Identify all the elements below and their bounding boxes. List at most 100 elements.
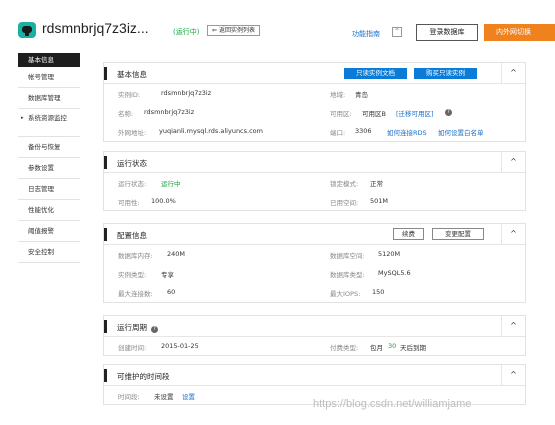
memory-value: 240M <box>167 250 186 258</box>
rds-logo-icon <box>18 22 36 38</box>
basic-info-panel: 基本信息 只读实例文档 购买只读实例 ^ 实例ID: rdsmnbrjq7z3i… <box>103 62 526 142</box>
run-period-panel: 运行周期? ^ 创建时间: 2015-01-25 付费类型: 包月 30 天后到… <box>103 315 526 356</box>
field-label: 数据库类型: <box>330 271 365 279</box>
instance-type-value: 专享 <box>161 271 174 279</box>
sidebar-item-backup[interactable]: 备份与恢复 <box>18 137 80 158</box>
field-label: 名称: <box>118 110 134 118</box>
sidebar-item-monitoring[interactable]: ▸ 系统资源监控 <box>18 109 80 137</box>
field-label: 时间段: <box>118 393 140 401</box>
panel-header: 运行周期? ^ <box>104 316 525 337</box>
sidebar-item-basic-info[interactable]: 基本信息 <box>18 53 80 67</box>
panel-accent-bar <box>104 228 107 241</box>
field-label: 最大连接数: <box>118 290 153 298</box>
field-label: 可用区: <box>330 110 352 118</box>
help-icon[interactable]: ? <box>151 326 158 333</box>
panel-title: 配置信息 <box>117 231 147 240</box>
availability-value: 100.0% <box>151 197 176 205</box>
sidebar-item-security[interactable]: 安全控制 <box>18 242 80 263</box>
info-row: 外网地址: yuqianli.mysql.rds.aliyuncs.com 端口… <box>104 122 527 141</box>
login-database-button[interactable]: 登录数据库 <box>416 24 478 41</box>
max-iops-value: 150 <box>372 288 385 296</box>
max-connections-value: 60 <box>167 288 176 296</box>
info-row: 可用性: 100.0% 已用空间: 501M <box>104 192 527 211</box>
panel-header: 运行状态 ^ <box>104 152 525 173</box>
panel-header: 可维护的时间段 ^ <box>104 365 525 386</box>
field-label: 实例类型: <box>118 271 147 279</box>
panel-accent-bar <box>104 156 107 169</box>
region-value: 青岛 <box>355 91 368 99</box>
question-icon: ? <box>445 109 452 116</box>
run-state-value: 运行中 <box>161 180 181 188</box>
lock-mode-value: 正常 <box>370 180 383 188</box>
buy-readonly-button[interactable]: 购买只读实例 <box>414 68 477 79</box>
panel-accent-bar <box>104 320 107 333</box>
chevron-up-icon[interactable]: ^ <box>501 365 525 385</box>
set-time-link[interactable]: 设置 <box>182 391 195 401</box>
external-address-value: yuqianli.mysql.rds.aliyuncs.com <box>159 127 263 135</box>
chevron-up-icon[interactable]: ^ <box>501 224 525 244</box>
help-icon[interactable]: ? <box>441 107 452 116</box>
field-label: 外网地址: <box>118 129 147 137</box>
sidebar-item-alarms[interactable]: 阈值报警 <box>18 221 80 242</box>
used-space-value: 501M <box>370 197 389 205</box>
storage-value: 5120M <box>378 250 401 258</box>
info-row: 最大连接数: 60 最大IOPS: 150 <box>104 283 527 302</box>
sidebar: 基本信息 帐号管理 数据库管理 ▸ 系统资源监控 备份与恢复 参数设置 日志管理… <box>18 53 80 263</box>
info-row: 数据库内存: 240M 数据库空间: 5120M <box>104 245 527 264</box>
instance-id-value: rdsmnbrjq7z3iz <box>161 89 212 97</box>
config-info-panel: 配置信息 续费 变更配置 ^ 数据库内存: 240M 数据库空间: 5120M … <box>103 223 526 303</box>
feature-guide-link[interactable]: 功能指南 <box>352 29 380 39</box>
info-row: 创建时间: 2015-01-25 付费类型: 包月 30 天后到期 <box>104 337 527 356</box>
db-type-value: MySQL5.6 <box>378 269 411 277</box>
field-label: 运行状态: <box>118 180 147 188</box>
sidebar-item-accounts[interactable]: 帐号管理 <box>18 67 80 88</box>
watermark: https://blog.csdn.net/williamjame <box>313 398 472 410</box>
sidebar-item-logs[interactable]: 日志管理 <box>18 179 80 200</box>
field-label: 端口: <box>330 129 346 137</box>
chevron-up-icon[interactable]: ^ <box>501 152 525 172</box>
readonly-doc-button[interactable]: 只读实例文档 <box>344 68 407 79</box>
field-label: 可用性: <box>118 199 140 207</box>
panel-accent-bar <box>104 67 107 80</box>
expire-suffix: 天后到期 <box>400 344 426 352</box>
name-value: rdsmnbrjq7z3iz <box>144 108 195 116</box>
page-header: rdsmnbrjq7z3iz... (运行中) ⇐ 返回实例列表 功能指南 ^ 登… <box>0 0 555 50</box>
sidebar-item-parameters[interactable]: 参数设置 <box>18 158 80 179</box>
sidebar-item-label: 系统资源监控 <box>28 114 67 122</box>
migrate-zone-link[interactable]: [迁移可用区] <box>396 108 434 118</box>
days-remaining-value: 30 <box>388 342 397 350</box>
panel-title: 基本信息 <box>117 70 147 79</box>
field-label: 创建时间: <box>118 344 147 352</box>
field-label: 地域: <box>330 91 346 99</box>
info-row: 实例类型: 专享 数据库类型: MySQL5.6 <box>104 264 527 283</box>
back-to-list-button[interactable]: ⇐ 返回实例列表 <box>207 25 261 36</box>
time-window-value: 未设置 <box>154 393 174 401</box>
whitelist-link[interactable]: 如何设置白名单 <box>438 127 484 137</box>
zone-value: 可用区B <box>362 110 386 118</box>
expand-arrow-icon: ▸ <box>21 115 24 121</box>
info-row: 名称: rdsmnbrjq7z3iz 可用区: 可用区B [迁移可用区] ? <box>104 103 527 122</box>
panel-header: 基本信息 只读实例文档 购买只读实例 ^ <box>104 63 525 84</box>
panel-title: 可维护的时间段 <box>117 372 170 381</box>
info-row: 实例ID: rdsmnbrjq7z3iz 地域: 青岛 <box>104 84 527 103</box>
network-switch-button[interactable]: 内外网切换 <box>484 24 555 41</box>
chevron-up-icon[interactable]: ^ <box>392 27 402 37</box>
renew-button[interactable]: 续费 <box>393 228 424 240</box>
runtime-status-panel: 运行状态 ^ 运行状态: 运行中 锁定模式: 正常 可用性: 100.0% 已用… <box>103 151 526 211</box>
instance-name: rdsmnbrjq7z3iz... <box>42 20 149 36</box>
panel-title-text: 运行周期 <box>117 323 147 332</box>
chevron-up-icon[interactable]: ^ <box>501 316 525 336</box>
field-label: 已用空间: <box>330 199 359 207</box>
panel-title: 运行周期? <box>117 322 158 333</box>
field-label: 实例ID: <box>118 91 141 99</box>
chevron-up-icon[interactable]: ^ <box>501 63 525 83</box>
info-row: 运行状态: 运行中 锁定模式: 正常 <box>104 173 527 192</box>
created-date-value: 2015-01-25 <box>161 342 199 350</box>
panel-title: 运行状态 <box>117 159 147 168</box>
sidebar-item-performance[interactable]: 性能优化 <box>18 200 80 221</box>
field-label: 数据库空间: <box>330 252 365 260</box>
sidebar-item-databases[interactable]: 数据库管理 <box>18 88 80 109</box>
how-to-connect-link[interactable]: 如何连接RDS <box>387 127 427 137</box>
back-arrow-icon: ⇐ <box>212 27 218 34</box>
change-config-button[interactable]: 变更配置 <box>432 228 484 240</box>
